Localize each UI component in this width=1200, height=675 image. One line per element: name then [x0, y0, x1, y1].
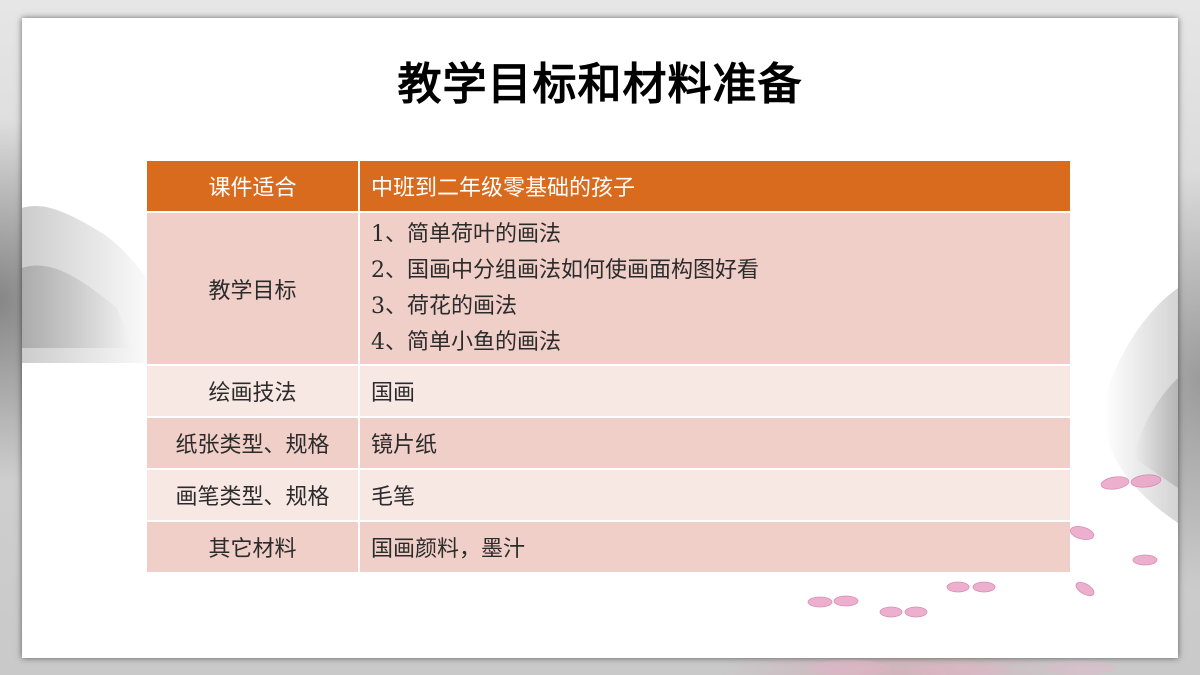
goal-item: 3、荷花的画法 [371, 293, 517, 319]
header-label: 课件适合 [208, 176, 297, 201]
materials-value-cell: 国画颜料，墨汁 [360, 522, 1070, 572]
slide-card: 教学目标和材料准备 课件适合 中班到二年级零基础的孩子 教学目标 1、简单荷叶的… [22, 18, 1178, 658]
slide: 教学目标和材料准备 课件适合 中班到二年级零基础的孩子 教学目标 1、简单荷叶的… [0, 0, 1200, 675]
header-value: 中班到二年级零基础的孩子 [371, 176, 636, 201]
brush-value-cell: 毛笔 [360, 470, 1070, 520]
technique-label: 绘画技法 [208, 381, 297, 406]
header-value-cell: 中班到二年级零基础的孩子 [360, 161, 1070, 211]
paper-value: 镜片纸 [371, 433, 438, 458]
info-table: 课件适合 中班到二年级零基础的孩子 教学目标 1、简单荷叶的画法 2、国画中分组… [147, 161, 1070, 572]
goal-item: 4、简单小鱼的画法 [371, 329, 561, 355]
technique-label-cell: 绘画技法 [147, 366, 358, 416]
brush-label: 画笔类型、规格 [175, 485, 330, 510]
materials-value: 国画颜料，墨汁 [371, 537, 526, 562]
technique-value: 国画 [371, 381, 416, 406]
paper-value-cell: 镜片纸 [360, 418, 1070, 468]
header-label-cell: 课件适合 [147, 161, 358, 211]
technique-value-cell: 国画 [360, 366, 1070, 416]
paper-label: 纸张类型、规格 [175, 433, 330, 458]
goals-list: 1、简单荷叶的画法 2、国画中分组画法如何使画面构图好看 3、荷花的画法 4、简… [371, 217, 759, 361]
left-mountain-ridge [22, 265, 132, 348]
goals-label-cell: 教学目标 [147, 213, 358, 364]
goal-item: 1、简单荷叶的画法 [371, 221, 561, 247]
left-mountain [22, 206, 162, 363]
goal-item: 2、国画中分组画法如何使画面构图好看 [371, 257, 759, 283]
materials-label: 其它材料 [208, 537, 297, 562]
right-mountain [1103, 288, 1178, 523]
brush-label-cell: 画笔类型、规格 [147, 470, 358, 520]
goals-value-cell: 1、简单荷叶的画法 2、国画中分组画法如何使画面构图好看 3、荷花的画法 4、简… [360, 213, 1070, 364]
brush-value: 毛笔 [371, 485, 416, 510]
blossom-decoration [810, 660, 1115, 675]
materials-label-cell: 其它材料 [147, 522, 358, 572]
paper-label-cell: 纸张类型、规格 [147, 418, 358, 468]
right-mountain-ridge [1134, 378, 1178, 488]
goals-label: 教学目标 [208, 278, 297, 304]
slide-title: 教学目标和材料准备 [397, 59, 803, 110]
